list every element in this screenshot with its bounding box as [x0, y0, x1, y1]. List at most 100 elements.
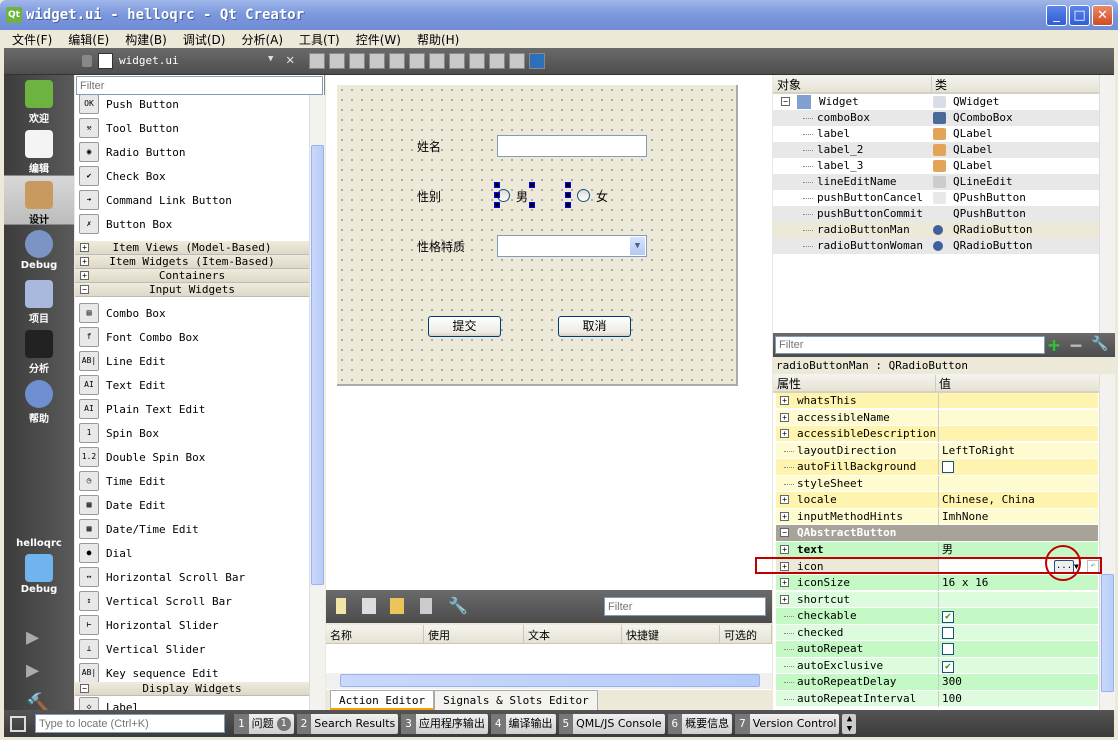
expand-icon[interactable]: +	[780, 412, 789, 422]
collapse-icon[interactable]: −	[80, 285, 89, 294]
class-column-header[interactable]: 类	[931, 76, 947, 93]
property-value[interactable]: ✔	[938, 608, 1098, 625]
property-value[interactable]	[938, 641, 1098, 658]
mode-oscilloscope[interactable]: 分析	[4, 325, 74, 375]
output-pane-tab[interactable]: 5 QML/JS Console	[558, 713, 665, 734]
submit-button[interactable]: 提交	[428, 316, 501, 337]
action-column-header[interactable]: 文本	[524, 625, 622, 643]
property-row[interactable]: autoRepeatDelay 300	[776, 674, 1098, 691]
widget-filter-input[interactable]	[76, 76, 323, 95]
document-selector[interactable]: widget.ui	[119, 54, 179, 67]
property-value[interactable]	[938, 393, 1098, 409]
scrollbar-thumb[interactable]	[340, 674, 760, 687]
action-column-header[interactable]: 可选的	[720, 625, 772, 643]
menu-item[interactable]: 构建(B)	[117, 30, 175, 48]
menu-item[interactable]: 帮助(H)	[409, 30, 467, 48]
property-value[interactable]	[938, 475, 1098, 492]
mode-help[interactable]: 帮助	[4, 375, 74, 425]
property-editor-scrollbar[interactable]	[1099, 374, 1115, 710]
target-selector[interactable]: helloqrc Debug	[4, 535, 74, 605]
collapse-icon[interactable]: −	[781, 97, 790, 106]
form-layout-tool-icon[interactable]	[489, 53, 505, 69]
value-column-header[interactable]: 值	[935, 375, 951, 392]
output-pane-tab[interactable]: 6 概要信息	[667, 713, 733, 734]
debug-run-icon[interactable]: ▶	[26, 658, 39, 683]
collapse-icon[interactable]: −	[80, 684, 89, 693]
expand-icon[interactable]: +	[780, 544, 789, 554]
mode-qt-logo[interactable]: 欢迎	[4, 75, 74, 125]
widget-category[interactable]: − Display Widgets	[75, 682, 309, 696]
action-column-header[interactable]: 快捷键	[622, 625, 720, 643]
radio-button-woman[interactable]	[577, 189, 590, 202]
action-hscrollbar[interactable]	[326, 673, 772, 689]
widget-category[interactable]: + Containers	[75, 269, 309, 283]
widget-item[interactable]: ↔ Horizontal Scroll Bar	[79, 565, 309, 589]
combo-box[interactable]: ▼	[497, 235, 647, 257]
property-value[interactable]	[938, 591, 1098, 608]
property-row[interactable]: checked	[776, 624, 1098, 642]
radio-man-label[interactable]: 男	[516, 188, 528, 205]
paste-action-icon[interactable]	[390, 598, 404, 614]
property-value[interactable]: 16 x 16	[938, 575, 1098, 592]
widget-item[interactable]: ◷ Time Edit	[79, 469, 309, 493]
widget-item[interactable]: ⊢ Horizontal Slider	[79, 613, 309, 637]
widget-item[interactable]: ⚒ Tool Button	[79, 116, 309, 140]
object-tree-row[interactable]: pushButtonCommit QPushButton	[773, 206, 1099, 222]
selection-handle[interactable]	[494, 182, 500, 188]
property-checkbox[interactable]	[942, 643, 954, 656]
output-pane-tab[interactable]: 4 编译输出	[490, 713, 556, 734]
widget-item[interactable]: ⊥ Vertical Slider	[79, 637, 309, 661]
toggle-sidebar-button[interactable]	[10, 715, 26, 732]
widget-item[interactable]: AI Text Edit	[79, 373, 309, 397]
copy-action-icon[interactable]	[362, 598, 376, 614]
property-section-header[interactable]: − QAbstractButton	[776, 525, 1098, 542]
form-layout-tool-icon[interactable]	[309, 53, 325, 69]
expand-icon[interactable]: +	[780, 396, 789, 405]
mode-document[interactable]: 编辑	[4, 125, 74, 175]
widget-box-scrollbar[interactable]	[309, 95, 325, 710]
line-edit-name[interactable]	[497, 135, 647, 157]
form-layout-tool-icon[interactable]	[429, 53, 445, 69]
widget-item[interactable]: ✗ Button Box	[79, 212, 309, 236]
more-panes-button[interactable]: ▲ ▼	[842, 713, 857, 734]
property-value[interactable]: ImhNone	[938, 508, 1098, 525]
menu-item[interactable]: 分析(A)	[233, 30, 291, 48]
output-pane-tab[interactable]: 3 应用程序输出	[401, 713, 488, 734]
collapse-icon[interactable]: −	[780, 528, 789, 538]
selection-handle[interactable]	[565, 192, 571, 198]
widget-item[interactable]: ● Dial	[79, 541, 309, 565]
property-row[interactable]: + inputMethodHints ImhNone	[776, 508, 1098, 526]
action-column-header[interactable]: 使用	[424, 625, 524, 643]
menu-item[interactable]: 编辑(E)	[60, 30, 117, 48]
expand-icon[interactable]: +	[80, 257, 89, 266]
selection-handle[interactable]	[565, 182, 571, 188]
widget-item[interactable]: ↕ Vertical Scroll Bar	[79, 589, 309, 613]
form-layout-tool-icon[interactable]	[449, 53, 465, 69]
property-column-header[interactable]: 属性	[777, 375, 801, 392]
action-column-header[interactable]: 名称	[326, 625, 424, 643]
widget-category[interactable]: − Input Widgets	[75, 283, 309, 297]
form-layout-tool-icon[interactable]	[329, 53, 345, 69]
form-widget[interactable]: 姓名 性别 男 女 性格特质 ▼ 提交 取消	[337, 85, 738, 386]
widget-item[interactable]: ➔ Command Link Button	[79, 188, 309, 212]
property-row[interactable]: autoRepeatInterval 100	[776, 690, 1098, 708]
new-action-icon[interactable]	[336, 598, 346, 614]
object-tree-row[interactable]: comboBox QComboBox	[773, 110, 1099, 126]
object-tree-row[interactable]: label QLabel	[773, 126, 1099, 142]
scrollbar-thumb[interactable]	[1101, 574, 1114, 692]
property-value[interactable]: Chinese, China	[938, 492, 1098, 509]
output-pane-tab[interactable]: 1 问题 1	[234, 713, 294, 734]
widget-item[interactable]: ◇ Label	[79, 695, 309, 710]
property-value[interactable]: LeftToRight	[938, 442, 1098, 459]
property-row[interactable]: + shortcut	[776, 591, 1098, 608]
name-label[interactable]: 姓名	[417, 138, 441, 155]
menu-item[interactable]: 控件(W)	[348, 30, 409, 48]
expand-icon[interactable]: +	[80, 243, 89, 252]
form-layout-tool-icon[interactable]	[509, 53, 525, 69]
object-tree-row[interactable]: label_3 QLabel	[773, 158, 1099, 174]
wrench-icon[interactable]: 🔧	[448, 596, 468, 615]
cancel-button[interactable]: 取消	[558, 316, 631, 337]
widget-item[interactable]: f Font Combo Box	[79, 325, 309, 349]
property-filter-input[interactable]	[775, 336, 1045, 354]
widget-item[interactable]: ◉ Radio Button	[79, 140, 309, 164]
